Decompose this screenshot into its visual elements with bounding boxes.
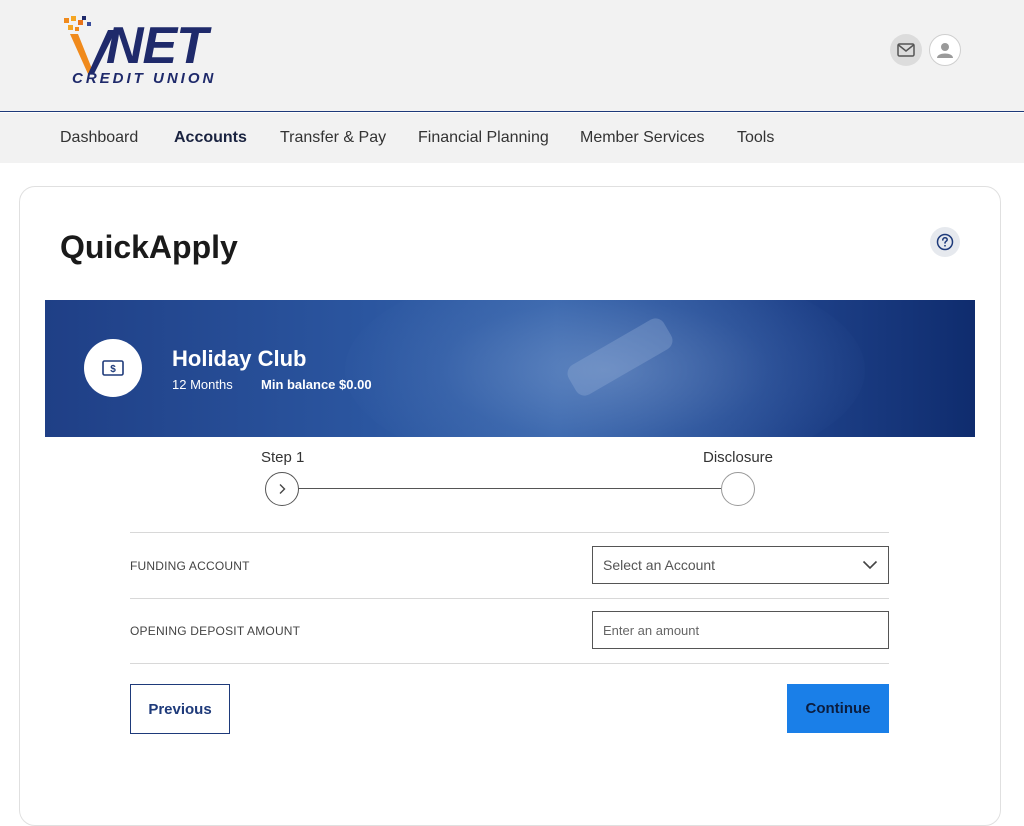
step-disclosure-marker xyxy=(721,472,755,506)
nav-item-financial-planning[interactable]: Financial Planning xyxy=(418,129,549,147)
form-divider xyxy=(130,598,889,599)
funding-account-label: FUNDING ACCOUNT xyxy=(130,559,250,573)
logo-subtitle: CREDIT UNION xyxy=(72,70,217,87)
chevron-down-icon xyxy=(862,560,878,570)
page-title: QuickApply xyxy=(60,229,238,265)
nav-item-transfer-pay[interactable]: Transfer & Pay xyxy=(280,129,386,147)
user-icon xyxy=(937,43,953,58)
svg-text:$: $ xyxy=(110,364,116,375)
form-divider xyxy=(130,663,889,664)
stepper-track xyxy=(298,488,721,489)
form-divider xyxy=(130,532,889,533)
chevron-right-icon xyxy=(279,484,286,494)
mail-icon xyxy=(897,43,915,57)
account-term: 12 Months xyxy=(172,377,233,392)
nav-item-member-services[interactable]: Member Services xyxy=(580,129,704,147)
question-mark-icon xyxy=(936,233,954,251)
account-name: Holiday Club xyxy=(172,346,307,371)
continue-button[interactable]: Continue xyxy=(787,684,889,733)
funding-account-select[interactable]: Select an Account xyxy=(592,546,889,584)
opening-deposit-label: OPENING DEPOSIT AMOUNT xyxy=(130,624,301,638)
cash-icon: $ xyxy=(102,360,124,376)
nav-item-dashboard[interactable]: Dashboard xyxy=(60,129,138,147)
account-min-balance: Min balance $0.00 xyxy=(261,377,372,392)
nav-item-tools[interactable]: Tools xyxy=(737,129,774,147)
profile-button[interactable] xyxy=(929,34,961,66)
help-button[interactable] xyxy=(930,227,960,257)
step-1-marker xyxy=(265,472,299,506)
nav-item-accounts[interactable]: Accounts xyxy=(174,129,247,147)
step-1-label: Step 1 xyxy=(261,449,305,466)
messages-button[interactable] xyxy=(890,34,922,66)
top-header: NET CREDIT UNION xyxy=(0,0,1024,112)
logo-wordmark: NET xyxy=(106,17,208,75)
credit-union-logo[interactable]: NET CREDIT UNION xyxy=(62,16,242,90)
step-disclosure-label: Disclosure xyxy=(703,449,774,466)
main-navigation: Dashboard Accounts Transfer & Pay Financ… xyxy=(0,113,1024,163)
funding-account-value: Select an Account xyxy=(603,557,716,573)
previous-button[interactable]: Previous xyxy=(130,684,230,734)
account-icon-circle: $ xyxy=(84,339,142,397)
opening-deposit-input[interactable] xyxy=(592,611,889,649)
